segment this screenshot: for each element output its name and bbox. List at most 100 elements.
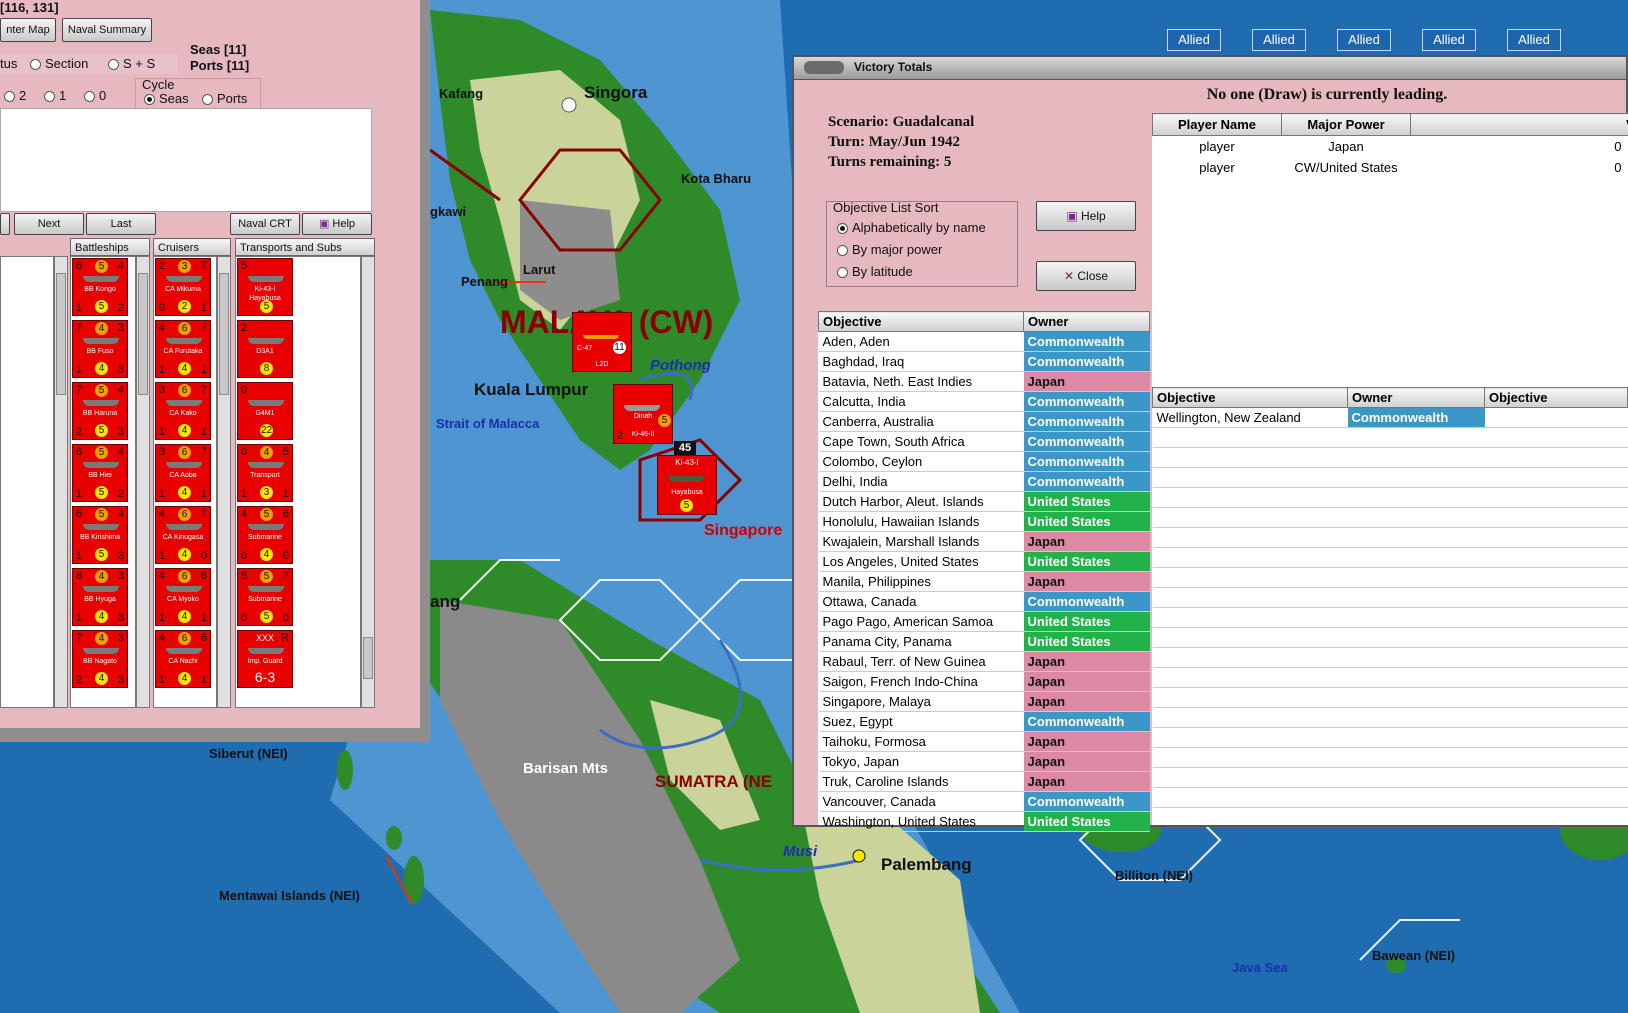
player-row[interactable]: player Japan 0 <box>1153 136 1628 158</box>
cycle-seas[interactable]: Seas <box>144 91 189 106</box>
objective-row[interactable]: Panama City, Panama United States <box>818 631 1150 652</box>
filter-option[interactable]: Section <box>30 56 88 71</box>
objective-header-2[interactable]: Objective <box>1152 387 1348 408</box>
filter-option[interactable]: tus <box>0 56 17 71</box>
naval-counter[interactable]: 2 8 D3A1 <box>237 320 293 378</box>
objective-row[interactable]: Colombo, Ceylon Commonwealth <box>818 451 1150 472</box>
objective-row[interactable]: Baghdad, Iraq Commonwealth <box>818 351 1150 372</box>
ship-icon <box>166 276 202 282</box>
naval-crt-button[interactable]: Naval CRT <box>230 213 300 235</box>
allied-tab[interactable]: Allied <box>1507 29 1561 51</box>
allied-tab[interactable]: Allied <box>1252 29 1306 51</box>
objective-row[interactable]: Taihoku, Formosa Japan <box>818 731 1150 752</box>
owner-header-2[interactable]: Owner <box>1347 387 1485 408</box>
scroll-thumb[interactable] <box>56 273 66 395</box>
sort-option[interactable]: By major power <box>837 242 942 257</box>
map-unit-dinah[interactable]: Dinah 5 2 Ki-46-II <box>613 384 673 444</box>
naval-counter[interactable]: 7 3 1 3 4 4 BB Fuso <box>72 320 128 378</box>
cruisers-header: Cruisers <box>153 238 231 256</box>
naval-counter[interactable]: 0 22 G4M1 <box>237 382 293 440</box>
naval-counter[interactable]: 4 6 1 1 6 4 CA Myoko <box>155 568 211 626</box>
naval-counter[interactable]: 4 7 1 1 6 4 CA Furutaka <box>155 320 211 378</box>
objective-row[interactable]: Dutch Harbor, Aleut. Islands United State… <box>818 491 1150 512</box>
naval-counter[interactable]: 5 7 0 0 5 5 Submarine <box>237 568 293 626</box>
objective-owner: Commonwealth <box>1023 431 1150 452</box>
scrollbar[interactable] <box>54 256 68 708</box>
objective-row[interactable]: Truk, Caroline Islands Japan <box>818 771 1150 792</box>
objective-row[interactable]: Delhi, India Commonwealth <box>818 471 1150 492</box>
number-option[interactable]: 2 <box>4 88 26 103</box>
allied-tab[interactable]: Allied <box>1167 29 1221 51</box>
objective-row[interactable]: Saigon, French Indo-China Japan <box>818 671 1150 692</box>
objective-row[interactable]: Calcutta, India Commonwealth <box>818 391 1150 412</box>
number-option[interactable]: 0 <box>84 88 106 103</box>
naval-help-button[interactable]: ▣ Help <box>302 213 372 235</box>
objective-row[interactable]: Suez, Egypt Commonwealth <box>818 711 1150 732</box>
number-option[interactable]: 1 <box>44 88 66 103</box>
objective-row[interactable]: Aden, Aden Commonwealth <box>818 331 1150 352</box>
naval-counter[interactable]: 0 5 1 1 4 3 Transport <box>237 444 293 502</box>
objective-header[interactable]: Objective <box>818 311 1024 332</box>
objective-row[interactable]: Manila, Philippines Japan <box>818 571 1150 592</box>
naval-counter[interactable]: 4 6 0 0 5 4 Submarine <box>237 506 293 564</box>
prev-button[interactable] <box>0 213 10 235</box>
objective-row[interactable]: Washington, United States United States <box>818 811 1150 832</box>
naval-counter[interactable]: 7 3 2 3 4 4 BB Nagato <box>72 630 128 688</box>
victory-titlebar[interactable]: Victory Totals <box>794 57 1626 80</box>
objective-row[interactable]: Singapore, Malaya Japan <box>818 691 1150 712</box>
objective-row[interactable]: Tokyo, Japan Japan <box>818 751 1150 772</box>
objective-row[interactable]: Los Angeles, United States United States <box>818 551 1150 572</box>
map-unit-ki43[interactable]: Ki-43-I Hayabusa 5 <box>657 455 717 515</box>
scrollbar[interactable] <box>217 256 231 708</box>
counter-br: 3 <box>117 674 124 686</box>
objective-row[interactable]: Wellington, New Zealand Commonwealth <box>1152 407 1628 428</box>
naval-counter[interactable]: 6 4 1 3 5 5 BB Kirishima <box>72 506 128 564</box>
naval-counter[interactable]: 4 6 1 1 6 4 CA Nachi <box>155 630 211 688</box>
objective-row[interactable]: Vancouver, Canada Commonwealth <box>818 791 1150 812</box>
scrollbar[interactable] <box>136 256 150 708</box>
objective-name: Calcutta, India <box>818 391 1024 412</box>
naval-counter[interactable]: 5 5 Ki-43-I Hayabusa <box>237 258 293 316</box>
owner-header[interactable]: Owner <box>1023 311 1150 332</box>
victory-points-header[interactable]: Victory Po <box>1410 113 1628 136</box>
objective-row[interactable]: Cape Town, South Africa Commonwealth <box>818 431 1150 452</box>
objective-row[interactable]: Pago Pago, American Samoa United States <box>818 611 1150 632</box>
naval-counter[interactable]: 6 4 1 2 5 5 BB Kongo <box>72 258 128 316</box>
objective-row[interactable]: Batavia, Neth. East Indies Japan <box>818 371 1150 392</box>
cycle-ports[interactable]: Ports <box>202 91 247 106</box>
victory-help-button[interactable]: ▣ Help <box>1036 201 1136 231</box>
last-button[interactable]: Last <box>86 213 156 235</box>
allied-tab[interactable]: Allied <box>1422 29 1476 51</box>
naval-counter[interactable]: 3 7 1 1 6 4 CA Kako <box>155 382 211 440</box>
sort-option[interactable]: By latitude <box>837 264 913 279</box>
objective-row[interactable]: Kwajalein, Marshall Islands Japan <box>818 531 1150 552</box>
naval-counter[interactable]: Imp. Guard XXX R 6-3 <box>237 630 293 688</box>
filter-option[interactable]: S + S <box>108 56 155 71</box>
victory-close-button[interactable]: ✕ Close <box>1036 261 1136 291</box>
naval-counter[interactable]: 8 3 1 3 4 4 BB Hyuga <box>72 568 128 626</box>
scroll-thumb[interactable] <box>363 637 373 679</box>
objective-row[interactable]: Rabaul, Terr. of New Guinea Japan <box>818 651 1150 672</box>
player-name-header[interactable]: Player Name <box>1152 113 1282 136</box>
scenario-name: Scenario: Guadalcanal <box>828 114 975 130</box>
objective-row[interactable]: Ottawa, Canada Commonwealth <box>818 591 1150 612</box>
naval-counter[interactable]: 4 7 1 0 6 4 CA Kinugasa <box>155 506 211 564</box>
next-button[interactable]: Next <box>14 213 84 235</box>
objective-row[interactable]: Honolulu, Hawaiian Islands United States <box>818 511 1150 532</box>
objective-header-3[interactable]: Objective <box>1484 387 1628 408</box>
objective-row[interactable]: Canberra, Australia Commonwealth <box>818 411 1150 432</box>
center-map-button[interactable]: nter Map <box>0 18 56 42</box>
naval-summary-button[interactable]: Naval Summary <box>62 18 152 42</box>
naval-counter[interactable]: 6 4 1 2 5 5 BB Hiei <box>72 444 128 502</box>
naval-counter[interactable]: 7 4 2 3 5 5 BB Haruna <box>72 382 128 440</box>
naval-counter[interactable]: 2 7 0 1 3 2 CA Mikuma <box>155 258 211 316</box>
scroll-thumb[interactable] <box>138 273 148 395</box>
map-unit-c47[interactable]: 11 C-47 L2D <box>572 312 632 372</box>
allied-tab[interactable]: Allied <box>1337 29 1391 51</box>
scroll-thumb[interactable] <box>219 273 229 395</box>
major-power-header[interactable]: Major Power <box>1281 113 1411 136</box>
sort-option[interactable]: Alphabetically by name <box>837 220 986 235</box>
naval-counter[interactable]: 3 7 1 1 6 4 CA Aoba <box>155 444 211 502</box>
scrollbar[interactable] <box>361 256 375 708</box>
player-row[interactable]: player CW/United States 0 <box>1153 157 1628 178</box>
